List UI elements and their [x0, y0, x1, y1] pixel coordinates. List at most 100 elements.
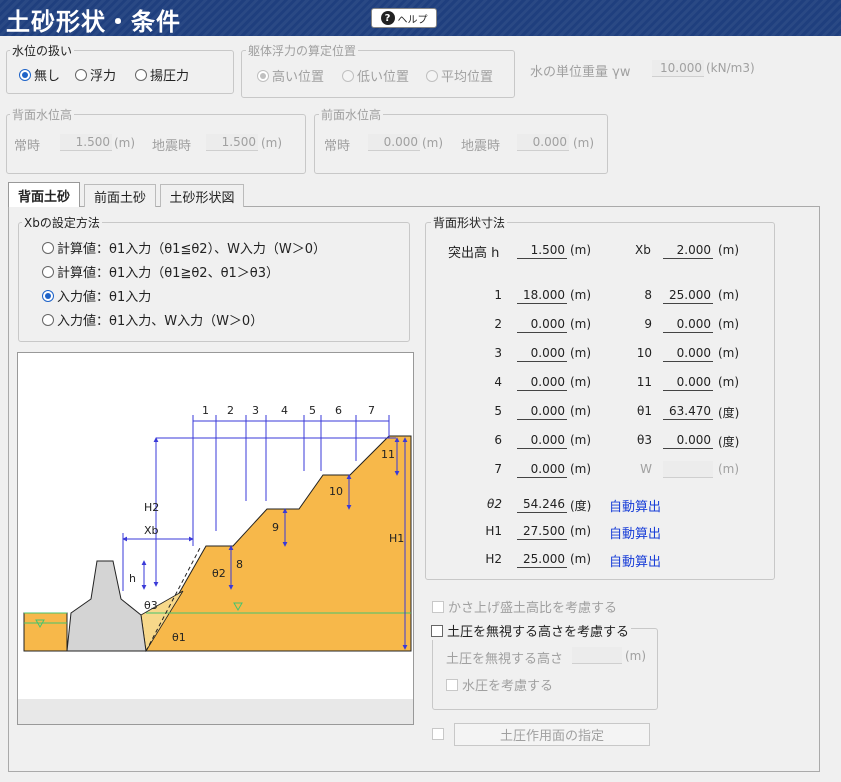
front-water-normal-field[interactable]: 0.000: [368, 134, 420, 151]
shape-row-field[interactable]: 0.000: [663, 374, 713, 391]
xb-radio-input-theta[interactable]: 入力値：θ1入力: [42, 286, 151, 305]
front-water-group-label: 前面水位高: [319, 106, 384, 123]
radio-label: 無し: [34, 69, 61, 84]
radio-icon: [42, 265, 54, 278]
calc-row-label: H1: [485, 524, 502, 538]
shape-row-label: 11: [636, 375, 652, 389]
shape-row-unit: (m): [718, 288, 740, 302]
help-button[interactable]: ? ヘルプ: [371, 8, 437, 28]
shape-row-label: 10: [636, 346, 652, 360]
diagram-label-h2: H2: [144, 501, 159, 514]
shape-row-field[interactable]: 0.000: [517, 316, 567, 333]
water-radio-buoyancy[interactable]: 浮力: [75, 65, 116, 84]
radio-label: 入力値：θ1入力、W入力（W＞0）: [57, 314, 264, 329]
front-water-quake-label: 地震時: [461, 139, 501, 154]
shape-row-unit: (m): [570, 288, 592, 302]
front-water-quake-field[interactable]: 0.000: [517, 134, 569, 151]
xb-field[interactable]: 2.000: [663, 242, 713, 259]
diagram-footer: [18, 699, 413, 724]
back-water-normal-unit: (m): [114, 136, 136, 150]
shape-row-label: 8: [644, 288, 652, 302]
water-level-group-label: 水位の扱い: [10, 42, 75, 59]
tab-back-soil[interactable]: 背面土砂: [8, 182, 80, 207]
shape-row-field[interactable]: 18.000: [517, 287, 567, 304]
shape-row-label: θ3: [637, 433, 652, 447]
pressure-face-checkbox[interactable]: [432, 728, 444, 740]
shape-row-field[interactable]: 25.000: [663, 287, 713, 304]
diagram-top-label: 6: [335, 404, 342, 417]
calc-row-unit: (度): [570, 499, 592, 513]
shape-row-field[interactable]: 0.000: [517, 374, 567, 391]
fill-ratio-checkbox[interactable]: かさ上げ盛土高比を考慮する: [432, 597, 617, 616]
calc-row-unit: (m): [570, 524, 592, 538]
calc-row-note: 自動算出: [609, 555, 662, 570]
radio-label: 計算値：θ1入力（θ1≧θ2、θ1＞θ3）: [57, 266, 280, 281]
diagram-label-8: 8: [236, 558, 243, 571]
xb-label: Xb: [635, 243, 651, 257]
tab-front-soil[interactable]: 前面土砂: [84, 184, 156, 207]
shape-row-field[interactable]: 0.000: [663, 432, 713, 449]
shape-row-label: θ1: [637, 404, 652, 418]
shape-row-unit: (m): [570, 433, 592, 447]
checkbox-icon: [446, 678, 458, 691]
back-water-group-label: 背面水位高: [10, 106, 75, 123]
shape-row-label: 6: [494, 433, 502, 447]
radio-label: 入力値：θ1入力: [57, 290, 152, 305]
back-water-quake-field[interactable]: 1.500: [206, 134, 258, 151]
radio-icon: [19, 68, 31, 81]
pressure-face-button[interactable]: 土圧作用面の指定: [454, 723, 650, 746]
buoyancy-radio-high[interactable]: 高い位置: [257, 66, 324, 85]
diagram-svg: 1 2 3 4 5 6 7 H2 H1 Xb h θ1 θ2 θ3 8 9 10…: [18, 404, 413, 724]
ignore-height-group: [432, 628, 658, 710]
radio-label: 平均位置: [441, 70, 494, 85]
checkbox-icon: [431, 624, 443, 637]
radio-icon: [257, 69, 269, 82]
xb-radio-calc-w[interactable]: 計算値：θ1入力（θ1≦θ2）、W入力（W＞0）: [42, 238, 326, 257]
shape-row-field[interactable]: 0.000: [663, 345, 713, 362]
xb-radio-input-theta-w[interactable]: 入力値：θ1入力、W入力（W＞0）: [42, 310, 263, 329]
shape-row-field[interactable]: 0.000: [517, 403, 567, 420]
water-radio-uplift[interactable]: 揚圧力: [135, 65, 189, 84]
radio-label: 浮力: [90, 69, 117, 84]
shape-row-field[interactable]: 63.470: [663, 403, 713, 420]
buoyancy-radio-low[interactable]: 低い位置: [342, 66, 409, 85]
protrusion-height-field[interactable]: 1.500: [517, 242, 567, 259]
diagram-top-label: 4: [281, 404, 288, 417]
back-soil-shape: [145, 435, 412, 652]
radio-icon: [75, 68, 87, 81]
water-radio-none[interactable]: 無し: [19, 65, 60, 84]
shape-row-label: W: [640, 462, 652, 476]
back-water-normal-label: 常時: [14, 139, 41, 154]
ignore-height-checkbox[interactable]: 土圧を無視する高さを考慮する: [431, 621, 632, 640]
shape-row-field[interactable]: 0.000: [517, 461, 567, 478]
shape-row-field[interactable]: 0.000: [663, 316, 713, 333]
radio-label: 計算値：θ1入力（θ1≦θ2）、W入力（W＞0）: [57, 242, 327, 257]
diagram-top-label: 2: [227, 404, 234, 417]
water-pressure-checkbox[interactable]: 水圧を考慮する: [446, 675, 553, 694]
radio-label: 低い位置: [357, 70, 410, 85]
shape-row-field[interactable]: [663, 461, 713, 478]
unit-weight-field[interactable]: 10.000: [652, 60, 704, 77]
checkbox-label: 土圧を無視する高さを考慮する: [447, 625, 630, 640]
diagram-label-10: 10: [329, 485, 343, 498]
ignore-height-field-label: 土圧を無視する高さ: [446, 652, 564, 667]
calc-row-field[interactable]: 25.000: [517, 551, 567, 568]
soil-shape-diagram: 1 2 3 4 5 6 7 H2 H1 Xb h θ1 θ2 θ3 8 9 10…: [17, 352, 414, 725]
ignore-height-field[interactable]: [572, 647, 622, 664]
calc-row-field[interactable]: 27.500: [517, 523, 567, 540]
back-water-normal-field[interactable]: 1.500: [60, 134, 112, 151]
checkbox-label: かさ上げ盛土高比を考慮する: [448, 601, 618, 616]
shape-row-field[interactable]: 0.000: [517, 345, 567, 362]
diagram-label-xb: Xb: [144, 524, 159, 537]
buoyancy-radio-average[interactable]: 平均位置: [426, 66, 493, 85]
tab-soil-shape-diagram[interactable]: 土砂形状図: [160, 184, 244, 207]
xb-radio-calc-theta[interactable]: 計算値：θ1入力（θ1≧θ2、θ1＞θ3）: [42, 262, 279, 281]
shape-row-field[interactable]: 0.000: [517, 432, 567, 449]
shape-row-label: 1: [494, 288, 502, 302]
shape-row-unit: (度): [718, 406, 740, 420]
radio-label: 高い位置: [272, 70, 325, 85]
shape-row-unit: (m): [570, 375, 592, 389]
calc-row-field[interactable]: 54.246: [517, 496, 567, 513]
front-soil-shape: [23, 612, 68, 652]
calc-row-unit: (m): [570, 552, 592, 566]
